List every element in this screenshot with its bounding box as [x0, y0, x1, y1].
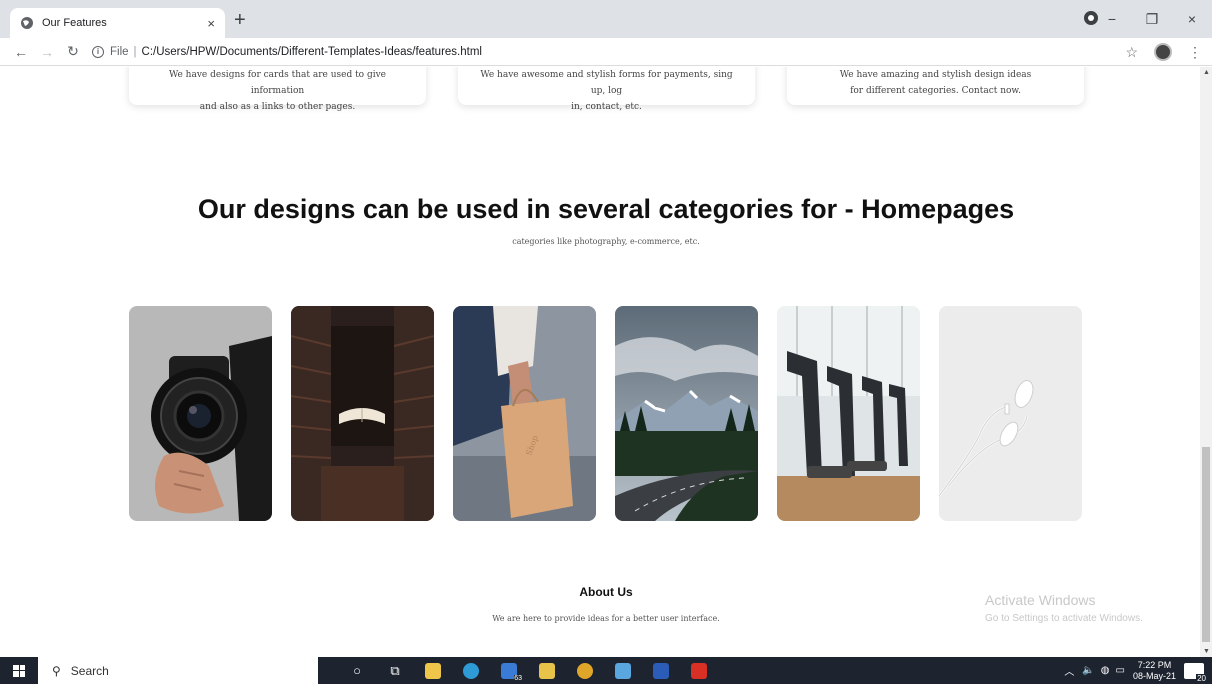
feature-card-categories[interactable]: We have amazing and stylish design ideas…	[787, 67, 1084, 105]
network-icon[interactable]: ◍	[1101, 665, 1110, 676]
scroll-down-icon[interactable]: ▼	[1203, 648, 1210, 655]
shopping-bag-image[interactable]: Shop	[453, 306, 596, 521]
back-arrow-icon[interactable]: ←	[8, 44, 34, 60]
notification-center-icon[interactable]: 20	[1184, 662, 1207, 683]
new-tab-button[interactable]: +	[234, 9, 246, 32]
cortana-icon[interactable]: ○	[338, 657, 376, 684]
reload-icon[interactable]: ↻	[60, 43, 86, 60]
globe-icon	[21, 17, 33, 29]
windows-logo-icon	[13, 664, 25, 677]
search-placeholder: Search	[70, 663, 109, 678]
library-image[interactable]	[291, 306, 434, 521]
card-text-line: We have awesome and stylish forms for pa…	[480, 70, 733, 96]
feature-card-forms[interactable]: We have awesome and stylish forms for pa…	[458, 67, 755, 112]
word-icon[interactable]	[642, 657, 680, 684]
mail-badge: 63	[514, 675, 522, 682]
earphones-image[interactable]	[939, 306, 1082, 521]
page-scrollbar[interactable]: ▲ ▼	[1200, 67, 1212, 657]
clock-date: 08-May-21	[1132, 670, 1176, 681]
url-separator: |	[133, 45, 137, 58]
address-bar[interactable]: i File | C:/Users/HPW/Documents/Differen…	[92, 45, 482, 58]
category-gallery: Shop	[129, 306, 1082, 521]
browser-tab[interactable]: Our Features ×	[10, 8, 225, 38]
card-text-line: and also as a links to other pages.	[199, 102, 356, 112]
close-window-button[interactable]: ×	[1172, 11, 1212, 27]
search-icon: ⚲	[52, 663, 61, 678]
start-button[interactable]	[0, 657, 38, 684]
browser-toolbar: ← → ↻ i File | C:/Users/HPW/Documents/Di…	[0, 38, 1212, 66]
page-viewport: We have designs for cards that are used …	[0, 67, 1200, 657]
page-subheading: categories like photography, e-commerce,…	[512, 237, 700, 246]
menu-kebab-icon[interactable]: ⋮	[1188, 44, 1202, 61]
battery-icon[interactable]: ▭	[1116, 665, 1125, 676]
task-view-icon[interactable]: ⧉	[376, 657, 414, 684]
forward-arrow-icon[interactable]: →	[34, 44, 60, 60]
window-controls: − ❐ ×	[1092, 0, 1212, 38]
restore-button[interactable]: ❐	[1132, 11, 1172, 28]
tab-close-icon[interactable]: ×	[207, 16, 215, 31]
url-scheme-label: File	[110, 45, 129, 58]
minimize-button[interactable]: −	[1092, 11, 1132, 27]
clock-time: 7:22 PM	[1137, 659, 1172, 670]
acrobat-icon[interactable]	[680, 657, 718, 684]
activate-windows-title: Activate Windows	[985, 592, 1096, 608]
windows-taskbar: ⚲ Search ○ ⧉ 63 ︿ 🔈 ◍ ▭ 7:22 PM 08-May-2…	[0, 657, 1212, 684]
taskbar-apps: ○ ⧉ 63	[338, 657, 718, 684]
card-text-line: We have designs for cards that are used …	[168, 70, 387, 96]
volume-icon[interactable]: 🔈	[1082, 665, 1094, 676]
gym-image[interactable]	[777, 306, 920, 521]
avatar[interactable]	[1154, 43, 1172, 61]
taskbar-search-input[interactable]: ⚲ Search	[38, 657, 318, 684]
photos-icon[interactable]	[604, 657, 642, 684]
taskbar-clock[interactable]: 7:22 PM 08-May-21	[1133, 660, 1176, 682]
info-icon[interactable]: i	[92, 45, 104, 58]
camera-image[interactable]	[129, 306, 272, 521]
scrollbar-thumb[interactable]	[1202, 447, 1210, 642]
feature-card-cards[interactable]: We have designs for cards that are used …	[129, 67, 426, 112]
browser-tab-strip: Our Features × + − ❐ ×	[0, 0, 1212, 38]
card-text-line: in, contact, etc.	[571, 102, 642, 112]
notification-count: 20	[1196, 673, 1207, 683]
chrome-icon[interactable]	[566, 657, 604, 684]
scroll-up-icon[interactable]: ▲	[1203, 69, 1210, 76]
file-explorer-icon[interactable]	[528, 657, 566, 684]
mail-icon[interactable]: 63	[490, 657, 528, 684]
page-heading: Our designs can be used in several categ…	[197, 194, 1015, 224]
mountain-road-image[interactable]	[615, 306, 758, 521]
tab-title: Our Features	[42, 17, 107, 29]
toolbar-right: ☆ ⋮	[1125, 43, 1202, 61]
url-text[interactable]: C:/Users/HPW/Documents/Different-Templat…	[142, 46, 482, 58]
system-tray: ︿ 🔈 ◍ ▭ 7:22 PM 08-May-21 20	[1064, 657, 1212, 684]
show-hidden-icons-icon[interactable]: ︿	[1064, 663, 1074, 678]
activate-windows-subtitle: Go to Settings to activate Windows.	[985, 613, 1143, 624]
bookmark-star-icon[interactable]: ☆	[1125, 44, 1138, 61]
card-text-line: We have amazing and stylish design ideas	[839, 70, 1032, 80]
store-icon[interactable]	[414, 657, 452, 684]
edge-icon[interactable]	[452, 657, 490, 684]
card-text-line: for different categories. Contact now.	[850, 86, 1021, 96]
